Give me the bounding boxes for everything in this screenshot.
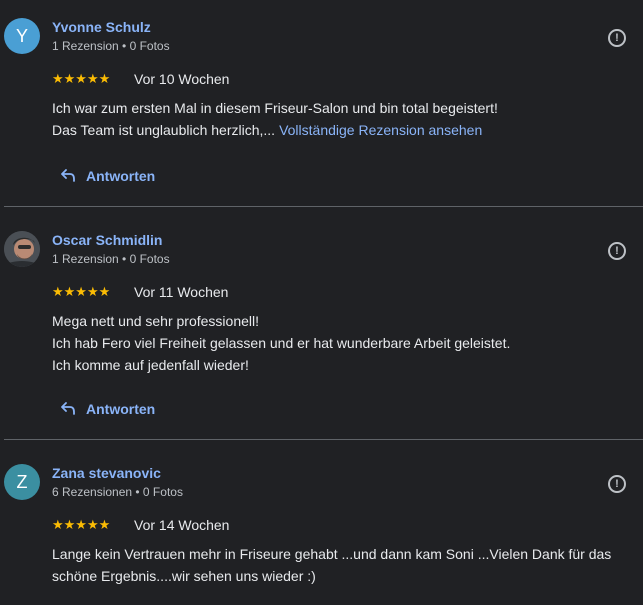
reviewer-meta: 1 Rezension • 0 Fotos xyxy=(52,39,170,53)
avatar[interactable]: Y xyxy=(4,18,40,54)
reply-button[interactable]: Antworten xyxy=(60,397,155,421)
star-rating: ★★★★★ xyxy=(52,517,111,532)
report-flag-icon[interactable]: ! xyxy=(608,29,626,47)
review-text-line: Lange kein Vertrauen mehr in Friseure ge… xyxy=(52,546,612,562)
review-text: Mega nett und sehr professionell! Ich ha… xyxy=(52,310,632,376)
review-date: Vor 10 Wochen xyxy=(134,71,230,87)
reviewer-name[interactable]: Yvonne Schulz xyxy=(52,19,151,35)
report-flag-icon[interactable]: ! xyxy=(608,475,626,493)
review-text: Ich war zum ersten Mal in diesem Friseur… xyxy=(52,97,632,141)
reviewer-meta: 6 Rezensionen • 0 Fotos xyxy=(52,485,183,499)
star-rating: ★★★★★ xyxy=(52,284,111,299)
reply-arrow-icon xyxy=(61,402,75,415)
review-text-segment: Das Team ist unglaublich herzlich,... xyxy=(52,122,276,138)
avatar[interactable] xyxy=(4,231,40,267)
review-text-line: Mega nett und sehr professionell! xyxy=(52,313,260,329)
review-text-line: Ich war zum ersten Mal in diesem Friseur… xyxy=(52,100,498,116)
review-text-line: Ich komme auf jedenfall wieder! xyxy=(52,357,249,373)
reply-button[interactable]: Antworten xyxy=(60,164,155,188)
review-text-line: schöne Ergebnis....wir sehen uns wieder … xyxy=(52,568,316,584)
reviewer-meta: 1 Rezension • 0 Fotos xyxy=(52,252,170,266)
reviewer-name[interactable]: Oscar Schmidlin xyxy=(52,232,162,248)
review-text: Lange kein Vertrauen mehr in Friseure ge… xyxy=(52,543,632,587)
read-more-link[interactable]: Vollständige Rezension ansehen xyxy=(279,122,482,138)
reviewer-name[interactable]: Zana stevanovic xyxy=(52,465,161,481)
avatar-letter: Y xyxy=(15,25,28,46)
reply-arrow-icon xyxy=(61,169,75,182)
profile-photo xyxy=(4,231,40,267)
review-text-line: Das Team ist unglaublich herzlich,... Vol… xyxy=(52,119,632,141)
avatar-letter: Z xyxy=(16,471,28,492)
report-flag-icon[interactable]: ! xyxy=(608,242,626,260)
review-date: Vor 14 Wochen xyxy=(134,517,230,533)
review-date: Vor 11 Wochen xyxy=(134,284,229,300)
reply-label: Antworten xyxy=(86,401,156,417)
review-text-line: Ich hab Fero viel Freiheit gelassen und … xyxy=(52,335,511,351)
reply-label: Antworten xyxy=(86,168,156,184)
review-card: Y Yvonne Schulz 1 Rezension • 0 Fotos ! … xyxy=(0,0,643,206)
avatar[interactable]: Z xyxy=(4,464,40,500)
review-card: Z Zana stevanovic 6 Rezensionen • 0 Foto… xyxy=(0,440,643,605)
review-card: Oscar Schmidlin 1 Rezension • 0 Fotos ! … xyxy=(0,207,643,439)
star-rating: ★★★★★ xyxy=(52,71,111,86)
